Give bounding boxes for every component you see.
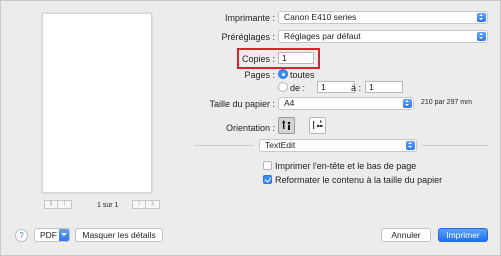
copies-label: Copies :	[241, 54, 275, 64]
print-button[interactable]: Imprimer	[438, 228, 488, 242]
app-section-value: TextEdit	[265, 140, 296, 150]
header-footer-label: Imprimer l'en-tête et le bas de page	[275, 161, 417, 171]
separator-left	[194, 145, 254, 146]
presets-value: Réglages par défaut	[284, 31, 361, 41]
copies-input[interactable]: 1	[278, 52, 314, 64]
printer-select[interactable]: Canon E410 series	[278, 11, 488, 24]
pages-to-input[interactable]: 1	[365, 81, 403, 93]
pages-to-label: à :	[350, 83, 361, 93]
page-indicator: 1 sur 1	[97, 202, 119, 209]
chevron-updown-icon	[477, 32, 486, 41]
chevron-down-icon	[59, 229, 69, 241]
print-dialog: ⟪ ⟨ 1 sur 1 ⟩ ⟫ Imprimante : Canon E410 …	[0, 0, 501, 256]
pdf-menu-button[interactable]: PDF	[34, 228, 70, 242]
portrait-icon	[282, 120, 291, 130]
header-footer-checkbox[interactable]	[263, 161, 272, 170]
paper-size-value: A4	[284, 98, 295, 108]
printer-value: Canon E410 series	[284, 12, 357, 22]
pages-range-label: de :	[290, 83, 306, 93]
presets-select[interactable]: Réglages par défaut	[278, 30, 488, 43]
cancel-button[interactable]: Annuler	[381, 228, 431, 242]
printer-label: Imprimante :	[224, 13, 275, 23]
reformat-checkbox[interactable]	[263, 175, 272, 184]
hide-details-button[interactable]: Masquer les détails	[75, 228, 163, 242]
pages-all-label: toutes	[290, 70, 315, 80]
paper-dimensions: 210 par 297 mm	[421, 99, 472, 106]
orientation-label: Orientation :	[225, 123, 275, 133]
pages-all-radio[interactable]	[278, 69, 288, 79]
chevron-updown-icon	[403, 99, 412, 108]
first-page-button[interactable]: ⟪	[44, 200, 58, 209]
separator-right	[422, 145, 489, 146]
app-section-select[interactable]: TextEdit	[259, 139, 417, 152]
orientation-landscape-button[interactable]	[309, 117, 326, 134]
chevron-updown-icon	[477, 13, 486, 22]
previous-page-button[interactable]: ⟨	[58, 200, 72, 209]
chevron-updown-icon	[406, 141, 415, 150]
help-button[interactable]: ?	[15, 229, 28, 242]
page-preview	[42, 13, 152, 193]
orientation-portrait-button[interactable]	[278, 117, 295, 134]
pages-label: Pages :	[244, 70, 275, 80]
preview-back-controls: ⟪ ⟨	[44, 200, 72, 210]
presets-label: Préréglages :	[221, 32, 275, 42]
paper-size-select[interactable]: A4	[278, 97, 414, 110]
landscape-icon	[313, 120, 323, 129]
next-page-button[interactable]: ⟩	[132, 200, 146, 209]
paper-size-label: Taille du papier :	[209, 99, 275, 109]
last-page-button[interactable]: ⟫	[146, 200, 160, 209]
preview-forward-controls: ⟩ ⟫	[132, 200, 160, 210]
pages-range-radio[interactable]	[278, 82, 288, 92]
reformat-label: Reformater le contenu à la taille du pap…	[275, 175, 443, 185]
pdf-label: PDF	[40, 230, 57, 240]
